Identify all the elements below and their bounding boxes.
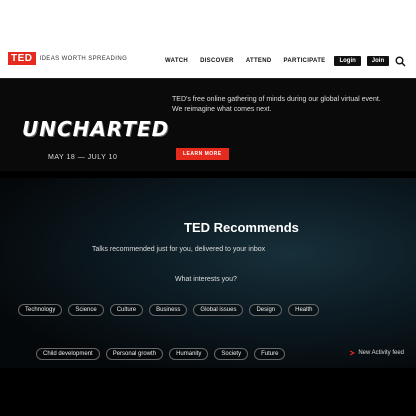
activity-feed-link[interactable]: New Activity feed — [349, 350, 404, 356]
nav-participate[interactable]: PARTICIPATE — [281, 56, 329, 66]
nav-watch[interactable]: WATCH — [162, 56, 191, 66]
topic-chip[interactable]: Future — [254, 348, 286, 360]
topic-chip[interactable]: Science — [68, 304, 104, 316]
activity-feed-label: New Activity feed — [358, 350, 404, 356]
topic-chip[interactable]: Technology — [18, 304, 63, 316]
page-bottom — [0, 368, 416, 416]
hero-title: UNCHARTED — [22, 117, 170, 141]
nav-discover[interactable]: DISCOVER — [197, 56, 237, 66]
logo-tagline: IDEAS WORTH SPREADING — [39, 55, 128, 62]
ted-logo[interactable]: TED — [8, 52, 36, 65]
hero-description: TED's free online gathering of minds dur… — [172, 96, 381, 113]
topic-chip[interactable]: Business — [149, 304, 188, 316]
arrow-icon — [350, 350, 356, 356]
search-icon[interactable] — [394, 55, 406, 67]
topic-chip[interactable]: Personal growth — [105, 348, 164, 360]
main-nav: WATCH DISCOVER ATTEND PARTICIPATE Login … — [162, 56, 390, 66]
topic-chip[interactable]: Humanity — [169, 348, 209, 360]
join-button[interactable]: Join — [366, 56, 390, 66]
recommends-section: TED Recommends Talks recommended just fo… — [0, 178, 416, 368]
topics-row-1: Technology Science Culture Business Glob… — [18, 304, 320, 316]
top-header: TED IDEAS WORTH SPREADING WATCH DISCOVER… — [0, 0, 416, 78]
recommends-description: Talks recommended just for you, delivere… — [92, 246, 266, 253]
topic-chip[interactable]: Culture — [109, 304, 144, 316]
login-button[interactable]: Login — [334, 56, 361, 66]
topics-row-2: Child development Personal growth Humani… — [36, 348, 286, 360]
topic-chip[interactable]: Global issues — [193, 304, 244, 316]
hero-banner: TED's free online gathering of minds dur… — [0, 78, 416, 171]
topic-chip[interactable]: Child development — [36, 348, 100, 360]
topic-chip[interactable]: Society — [214, 348, 249, 360]
interests-question: What interests you? — [175, 276, 237, 283]
nav-attend[interactable]: ATTEND — [243, 56, 275, 66]
recommends-heading: TED Recommends — [184, 220, 299, 235]
topic-chip[interactable]: Health — [288, 304, 320, 316]
topic-chip[interactable]: Design — [249, 304, 283, 316]
logo[interactable]: TED IDEAS WORTH SPREADING — [8, 52, 127, 65]
hero-dates: MAY 18 — JULY 10 — [48, 154, 118, 161]
learn-more-button[interactable]: LEARN MORE — [176, 148, 229, 160]
